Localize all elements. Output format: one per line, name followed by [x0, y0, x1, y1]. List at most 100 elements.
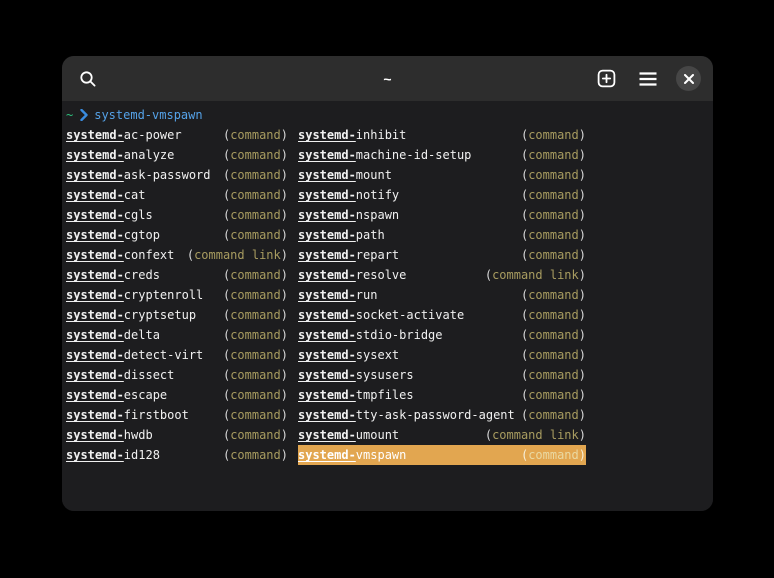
completion-annotation: (command): [521, 405, 586, 425]
close-paren: ): [579, 288, 586, 302]
close-paren: ): [579, 148, 586, 162]
completion-row: systemd-ask-password(command)systemd-mou…: [66, 165, 713, 185]
typed-prefix: systemd-: [66, 248, 124, 262]
annotation-label: command link: [492, 268, 579, 282]
close-paren: ): [281, 428, 288, 442]
command-suffix: mount: [356, 168, 392, 182]
completion-item: systemd-nspawn(command): [298, 205, 586, 225]
typed-prefix: systemd-: [298, 128, 356, 142]
typed-prefix: systemd-: [298, 388, 356, 402]
annotation-label: command: [230, 328, 281, 342]
close-paren: ): [579, 128, 586, 142]
typed-prefix: systemd-: [66, 328, 124, 342]
typed-prefix: systemd-: [66, 368, 124, 382]
completion-annotation: (command): [521, 285, 586, 305]
completion-name: systemd-run: [298, 285, 377, 305]
close-paren: ): [579, 388, 586, 402]
completion-name: systemd-firstboot: [66, 405, 189, 425]
completion-row: systemd-creds(command)systemd-resolve(co…: [66, 265, 713, 285]
completion-annotation: (command): [521, 305, 586, 325]
completion-name: systemd-tmpfiles: [298, 385, 414, 405]
completion-annotation: (command): [521, 145, 586, 165]
search-button[interactable]: [74, 65, 102, 93]
completion-item: systemd-cgtop(command): [66, 225, 288, 245]
completion-annotation: (command): [223, 445, 288, 465]
completion-item: systemd-confext(command link): [66, 245, 288, 265]
completion-name: systemd-machine-id-setup: [298, 145, 471, 165]
close-paren: ): [579, 168, 586, 182]
completion-annotation: (command): [223, 345, 288, 365]
terminal-screen[interactable]: ~ systemd-vmspawn systemd-ac-power(comma…: [62, 101, 713, 511]
menu-button[interactable]: [634, 65, 662, 93]
command-suffix: tmpfiles: [356, 388, 414, 402]
open-paren: (: [485, 268, 492, 282]
command-suffix: cgtop: [124, 228, 160, 242]
completion-item: systemd-id128(command): [66, 445, 288, 465]
completion-list: systemd-ac-power(command)systemd-inhibit…: [66, 125, 713, 465]
completion-row: systemd-confext(command link) systemd-rep…: [66, 245, 713, 265]
close-paren: ): [281, 388, 288, 402]
completion-annotation: (command): [223, 125, 288, 145]
typed-prefix: systemd-: [66, 168, 124, 182]
close-paren: ): [281, 148, 288, 162]
completion-row: systemd-cat(command)systemd-notify(comma…: [66, 185, 713, 205]
close-paren: ): [281, 368, 288, 382]
typed-prefix: systemd-: [298, 328, 356, 342]
completion-item: systemd-tmpfiles (command): [298, 385, 586, 405]
typed-prefix: systemd-: [298, 288, 356, 302]
completion-row: systemd-delta(command)systemd-stdio-brid…: [66, 325, 713, 345]
completion-item: systemd-sysext(command): [298, 345, 586, 365]
completion-item: systemd-ac-power(command): [66, 125, 288, 145]
command-suffix: cat: [124, 188, 146, 202]
command-suffix: cryptsetup: [124, 308, 196, 322]
command-suffix: nspawn: [356, 208, 399, 222]
completion-annotation: (command): [521, 385, 586, 405]
typed-prefix: systemd-: [66, 388, 124, 402]
command-suffix: ask-password: [124, 168, 211, 182]
command-suffix: sysusers: [356, 368, 414, 382]
completion-item: systemd-notify(command): [298, 185, 586, 205]
completion-name: systemd-confext: [66, 245, 174, 265]
prompt-line: ~ systemd-vmspawn: [66, 105, 713, 125]
command-suffix: notify: [356, 188, 399, 202]
typed-prefix: systemd-: [298, 228, 356, 242]
completion-row: systemd-dissect(command)systemd-sysusers…: [66, 365, 713, 385]
completion-annotation: (command): [223, 325, 288, 345]
completion-item: systemd-delta (command): [66, 325, 288, 345]
completion-annotation: (command): [223, 385, 288, 405]
command-suffix: firstboot: [124, 408, 189, 422]
close-button[interactable]: [676, 66, 701, 91]
typed-prefix: systemd-: [66, 128, 124, 142]
completion-annotation: (command): [521, 185, 586, 205]
completion-name: systemd-sysext: [298, 345, 399, 365]
command-suffix: id128: [124, 448, 160, 462]
command-suffix: run: [356, 288, 378, 302]
close-paren: ): [281, 288, 288, 302]
annotation-label: command: [528, 228, 579, 242]
annotation-label: command: [528, 388, 579, 402]
completion-item: systemd-detect-virt(command): [66, 345, 288, 365]
typed-prefix: systemd-: [298, 408, 356, 422]
completion-row: systemd-hwdb(command)systemd-umount(comm…: [66, 425, 713, 445]
annotation-label: command: [528, 148, 579, 162]
completion-name: systemd-umount: [298, 425, 399, 445]
annotation-label: command link: [492, 428, 579, 442]
close-paren: ): [579, 368, 586, 382]
typed-prefix: systemd-: [66, 208, 124, 222]
completion-item: systemd-resolve(command link): [298, 265, 586, 285]
typed-prefix: systemd-: [298, 248, 356, 262]
completion-annotation: (command): [223, 425, 288, 445]
new-tab-button[interactable]: [592, 65, 620, 93]
hamburger-menu-icon: [639, 72, 657, 86]
typed-prefix: systemd-: [66, 268, 124, 282]
completion-row: systemd-firstboot(command)systemd-tty-as…: [66, 405, 713, 425]
annotation-label: command: [230, 188, 281, 202]
typed-prefix: systemd-: [66, 188, 124, 202]
completion-item: systemd-repart (command): [298, 245, 586, 265]
completion-name: systemd-creds: [66, 265, 160, 285]
completion-annotation: (command): [521, 245, 586, 265]
headerbar: ~: [62, 56, 713, 101]
completion-name: systemd-repart: [298, 245, 399, 265]
completion-row: systemd-cryptsetup(command)systemd-socke…: [66, 305, 713, 325]
command-suffix: delta: [124, 328, 160, 342]
